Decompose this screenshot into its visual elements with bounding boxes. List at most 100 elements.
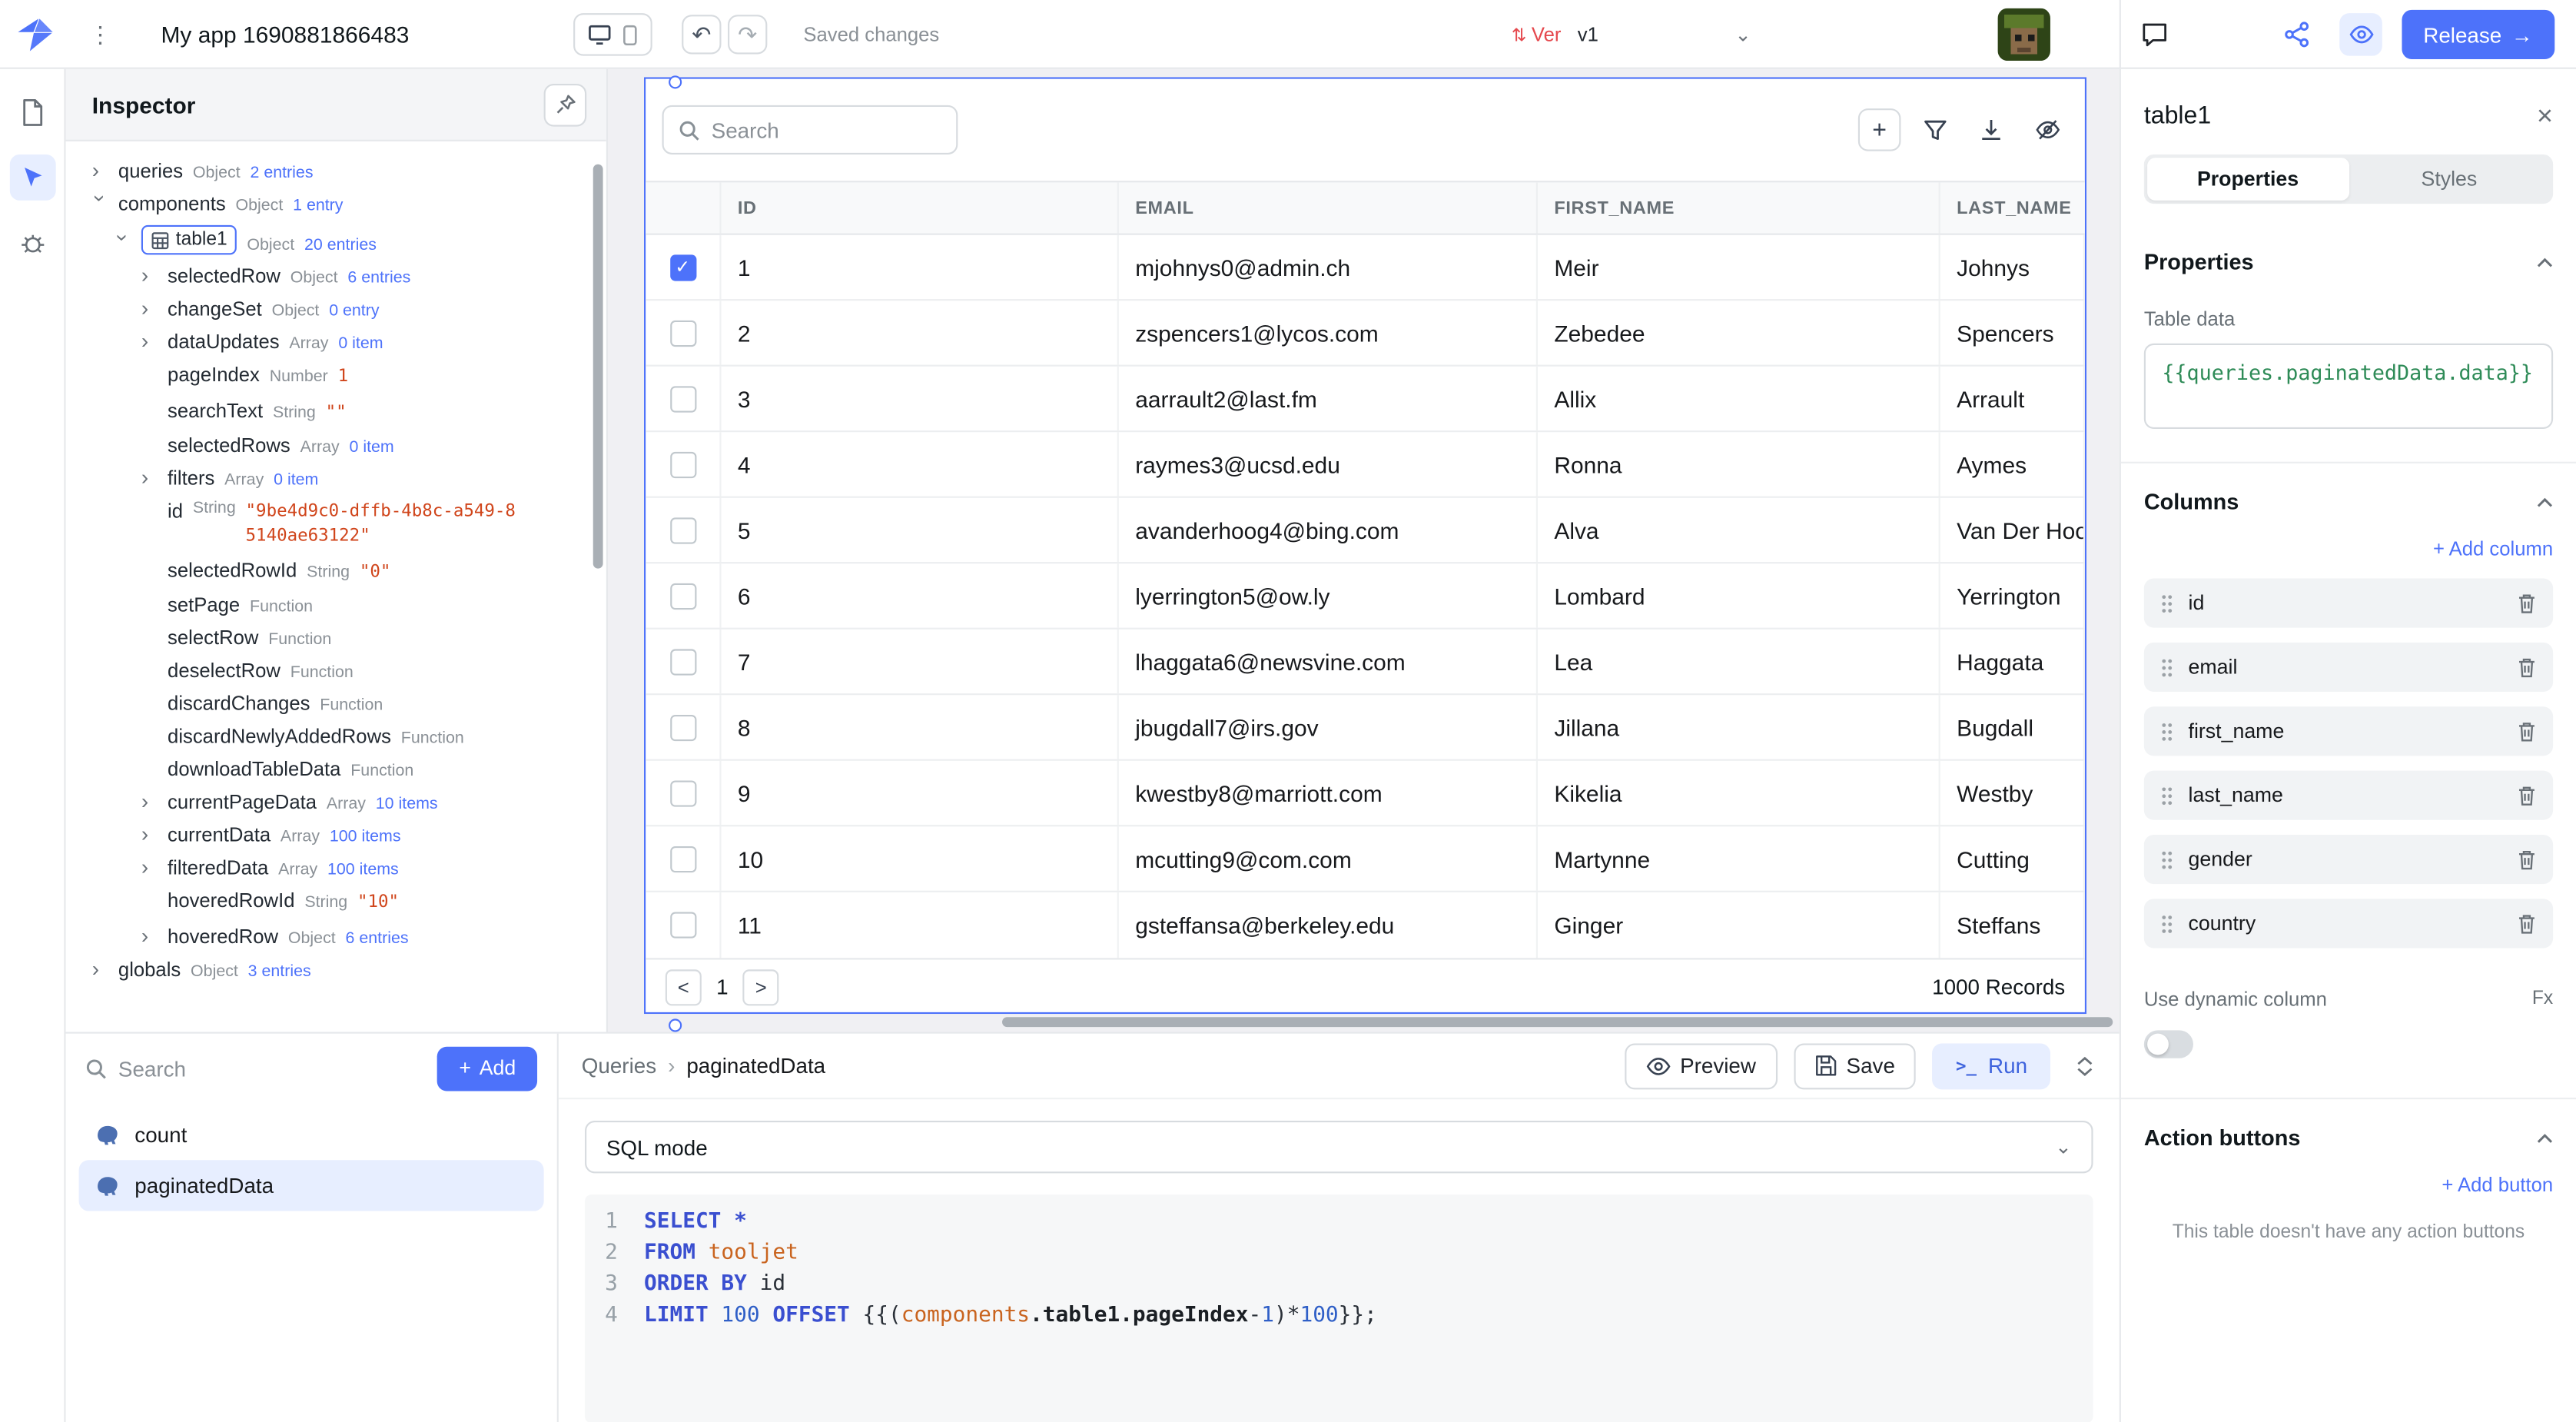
tree-node-downloadTableData[interactable]: downloadTableData Function [66, 753, 606, 786]
column-item-first-name[interactable]: first_name [2144, 706, 2553, 756]
inspector-panel-button[interactable] [9, 154, 55, 201]
fx-button[interactable]: Fx [2532, 989, 2553, 1009]
chevron-right-icon[interactable]: › [141, 331, 158, 352]
column-header-email[interactable]: EMAIL [1119, 182, 1538, 233]
table-search-box[interactable] [662, 105, 958, 154]
table-row[interactable]: ✓ 1 mjohnys0@admin.ch Meir Johnys [646, 235, 2085, 301]
sql-mode-select[interactable]: SQL mode ⌄ [585, 1121, 2093, 1173]
chevron-down-icon[interactable]: › [112, 234, 134, 250]
drag-handle-icon[interactable] [2160, 785, 2173, 806]
tree-node-queries[interactable]: › queries Object 2 entries [66, 154, 606, 188]
tree-node-selectedRowId[interactable]: selectedRowId String "0" [66, 553, 606, 589]
row-checkbox[interactable] [669, 912, 695, 938]
drag-handle-icon[interactable] [2160, 913, 2173, 935]
table-row[interactable]: 7 lhaggata6@newsvine.com Lea Haggata [646, 630, 2085, 696]
close-icon[interactable]: × [2537, 102, 2553, 130]
chevron-right-icon[interactable]: › [141, 467, 158, 489]
table-search-input[interactable] [712, 118, 925, 142]
row-checkbox[interactable] [669, 714, 695, 740]
table1-widget[interactable]: + ID EMAIL FIRST_NAME LAST_NAM [644, 77, 2086, 1014]
table-row[interactable]: 4 raymes3@ucsd.edu Ronna Aymes [646, 432, 2085, 498]
release-button[interactable]: Release → [2402, 10, 2554, 59]
column-header-id[interactable]: ID [721, 182, 1118, 233]
tooljet-logo[interactable] [16, 0, 57, 69]
action-buttons-section-header[interactable]: Action buttons [2144, 1125, 2553, 1150]
tab-styles[interactable]: Styles [2349, 158, 2550, 201]
download-button[interactable] [1970, 108, 2013, 151]
delete-column-button[interactable] [2517, 720, 2537, 742]
resize-handle[interactable] [669, 75, 682, 88]
table-row[interactable]: 10 mcutting9@com.com Martynne Cutting [646, 826, 2085, 892]
column-header-first-name[interactable]: FIRST_NAME [1538, 182, 1940, 233]
delete-column-button[interactable] [2517, 913, 2537, 935]
tree-node-selectedRows[interactable]: selectedRows Array 0 item [66, 430, 606, 463]
drag-handle-icon[interactable] [2160, 656, 2173, 678]
chevron-right-icon[interactable]: › [141, 857, 158, 879]
app-title[interactable]: My app 1690881866483 [161, 0, 410, 69]
tree-node-discardChanges[interactable]: discardChanges Function [66, 688, 606, 721]
tree-node-hoveredRow[interactable]: › hoveredRow Object 6 entries [66, 920, 606, 953]
mobile-icon[interactable] [623, 24, 638, 45]
add-row-button[interactable]: + [1858, 108, 1901, 151]
tree-node-selectedRow[interactable]: › selectedRow Object 6 entries [66, 260, 606, 293]
delete-column-button[interactable] [2517, 656, 2537, 678]
table-row[interactable]: 3 aarrault2@last.fm Allix Arrault [646, 367, 2085, 433]
column-item-country[interactable]: country [2144, 899, 2553, 948]
undo-button[interactable]: ↶ [682, 15, 721, 54]
device-mode-toggle[interactable] [573, 13, 652, 56]
version-selector[interactable]: ⇅ Ver v1 ⌄ [1512, 0, 1751, 69]
row-checkbox[interactable] [669, 517, 695, 543]
row-checkbox[interactable] [669, 320, 695, 346]
comments-button[interactable] [2141, 0, 2169, 69]
resize-handle[interactable] [669, 1018, 682, 1032]
preview-app-button[interactable] [2339, 13, 2382, 56]
delete-column-button[interactable] [2517, 785, 2537, 806]
filter-button[interactable] [1914, 108, 1957, 151]
row-checkbox-checked[interactable]: ✓ [669, 254, 695, 280]
add-column-button[interactable]: + Add column [2144, 537, 2553, 560]
sql-editor[interactable]: 1 SELECT * 2 FROM tooljet 3 ORDER BY id … [585, 1194, 2093, 1422]
run-query-button[interactable]: >_ Run [1933, 1042, 2050, 1088]
chevron-right-icon[interactable]: › [141, 925, 158, 947]
unpin-inspector-button[interactable] [544, 83, 587, 126]
row-checkbox[interactable] [669, 779, 695, 806]
chevron-right-icon[interactable]: › [141, 297, 158, 319]
add-action-button[interactable]: + Add button [2144, 1173, 2553, 1196]
query-item-count[interactable]: count [79, 1109, 544, 1160]
table-row[interactable]: 2 zspencers1@lycos.com Zebedee Spencers [646, 301, 2085, 367]
properties-section-header[interactable]: Properties [2144, 250, 2553, 274]
chevron-down-icon[interactable]: › [90, 194, 111, 211]
table-row[interactable]: 6 lyerrington5@ow.ly Lombard Yerrington [646, 563, 2085, 630]
hide-columns-button[interactable] [2026, 108, 2069, 151]
desktop-icon[interactable] [588, 24, 611, 45]
chevron-right-icon[interactable]: › [141, 791, 158, 812]
redo-button[interactable]: ↷ [728, 15, 767, 54]
tree-node-hoveredRowId[interactable]: hoveredRowId String "10" [66, 885, 606, 920]
delete-column-button[interactable] [2517, 849, 2537, 870]
table-row[interactable]: 11 gsteffansa@berkeley.edu Ginger Steffa… [646, 892, 2085, 959]
drag-handle-icon[interactable] [2160, 720, 2173, 742]
tree-node-pageIndex[interactable]: pageIndex Number 1 [66, 358, 606, 394]
row-checkbox[interactable] [669, 451, 695, 477]
columns-section-header[interactable]: Columns [2144, 490, 2553, 514]
column-item-gender[interactable]: gender [2144, 835, 2553, 884]
chevron-right-icon[interactable]: › [92, 159, 108, 181]
app-menu-kebab-icon[interactable]: ⋮ [88, 0, 111, 69]
tree-node-filters[interactable]: › filters Array 0 item [66, 463, 606, 496]
row-checkbox[interactable] [669, 846, 695, 872]
inspector-scrollbar[interactable] [593, 164, 603, 569]
tree-node-dataUpdates[interactable]: › dataUpdates Array 0 item [66, 325, 606, 358]
share-button[interactable] [2284, 0, 2310, 69]
avatar[interactable] [1998, 8, 2050, 61]
query-search-input[interactable] [118, 1056, 316, 1081]
save-query-button[interactable]: Save [1794, 1042, 1917, 1088]
delete-column-button[interactable] [2517, 593, 2537, 614]
breadcrumb-current-query[interactable]: paginatedData [686, 1053, 825, 1078]
chevron-right-icon[interactable]: › [92, 959, 108, 980]
next-page-button[interactable]: > [743, 968, 779, 1005]
tree-node-currentPageData[interactable]: › currentPageData Array 10 items [66, 786, 606, 819]
table-row[interactable]: 5 avanderhoog4@bing.com Alva Van Der Hoo… [646, 498, 2085, 564]
tree-node-filteredData[interactable]: › filteredData Array 100 items [66, 852, 606, 885]
widget-name[interactable]: table1 [2144, 102, 2211, 130]
table-row[interactable]: 9 kwestby8@marriott.com Kikelia Westby [646, 761, 2085, 827]
